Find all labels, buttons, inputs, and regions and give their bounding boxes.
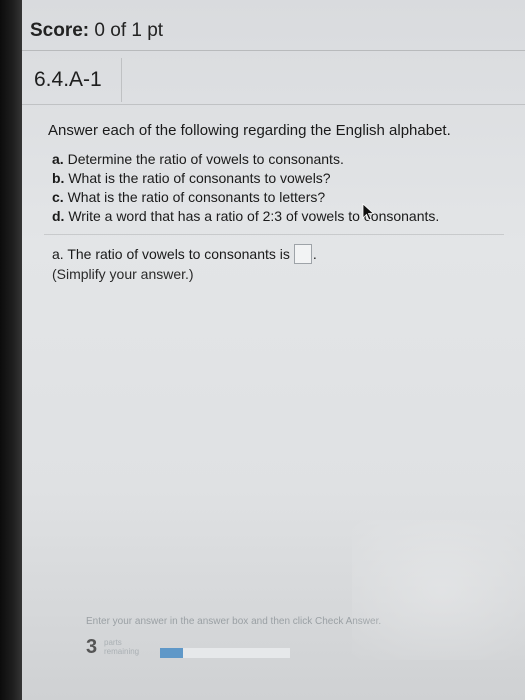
question-part-c: c. What is the ratio of consonants to le… [52, 188, 439, 207]
answer-area: a. The ratio of vowels to consonants is … [52, 244, 317, 282]
answer-period: . [312, 246, 317, 262]
answer-line: a. The ratio of vowels to consonants is … [52, 244, 317, 264]
answer-prompt: a. The ratio of vowels to consonants is [52, 246, 290, 262]
question-parts-list: a. Determine the ratio of vowels to cons… [52, 150, 439, 226]
question-panel: Answer each of the following regarding t… [44, 112, 514, 612]
parts-remaining-label: parts remaining [104, 638, 139, 656]
parts-label-line-2: remaining [104, 647, 140, 656]
progress-bar [160, 648, 290, 658]
parts-label-line-1: parts [104, 638, 122, 647]
monitor-bezel [0, 0, 24, 700]
answer-input-box[interactable] [293, 244, 312, 264]
question-part-b: b. What is the ratio of consonants to vo… [52, 169, 439, 188]
part-letter: c. [52, 189, 64, 205]
browser-content: Score: 0 of 1 pt 6.4.A-1 Answer each of … [22, 0, 525, 700]
part-letter: b. [52, 170, 65, 186]
score-bar: Score: 0 of 1 pt [22, 14, 525, 51]
progress-bar-fill [160, 648, 184, 658]
part-letter: d. [52, 208, 65, 224]
question-id-tab[interactable]: 6.4.A-1 [26, 58, 122, 102]
footer-instruction: Enter your answer in the answer box and … [86, 616, 382, 627]
section-divider [44, 234, 504, 235]
mouse-pointer-icon [362, 203, 375, 221]
part-text: Write a word that has a ratio of 2:3 of … [68, 208, 440, 224]
score-display: Score: 0 of 1 pt [30, 20, 163, 42]
simplify-hint: (Simplify your answer.) [52, 266, 194, 282]
question-part-d: d. Write a word that has a ratio of 2:3 … [52, 207, 439, 226]
question-tab-row: 6.4.A-1 [22, 52, 525, 105]
parts-remaining-count: 3 [86, 636, 98, 658]
part-text: Determine the ratio of vowels to consona… [67, 151, 344, 167]
part-letter: a. [52, 151, 64, 167]
score-value: 0 of 1 pt [94, 20, 164, 41]
score-label: Score: [30, 20, 90, 41]
part-text: What is the ratio of consonants to vowel… [68, 170, 331, 186]
question-part-a: a. Determine the ratio of vowels to cons… [52, 150, 439, 169]
part-text: What is the ratio of consonants to lette… [67, 189, 326, 205]
question-intro: Answer each of the following regarding t… [48, 122, 451, 139]
